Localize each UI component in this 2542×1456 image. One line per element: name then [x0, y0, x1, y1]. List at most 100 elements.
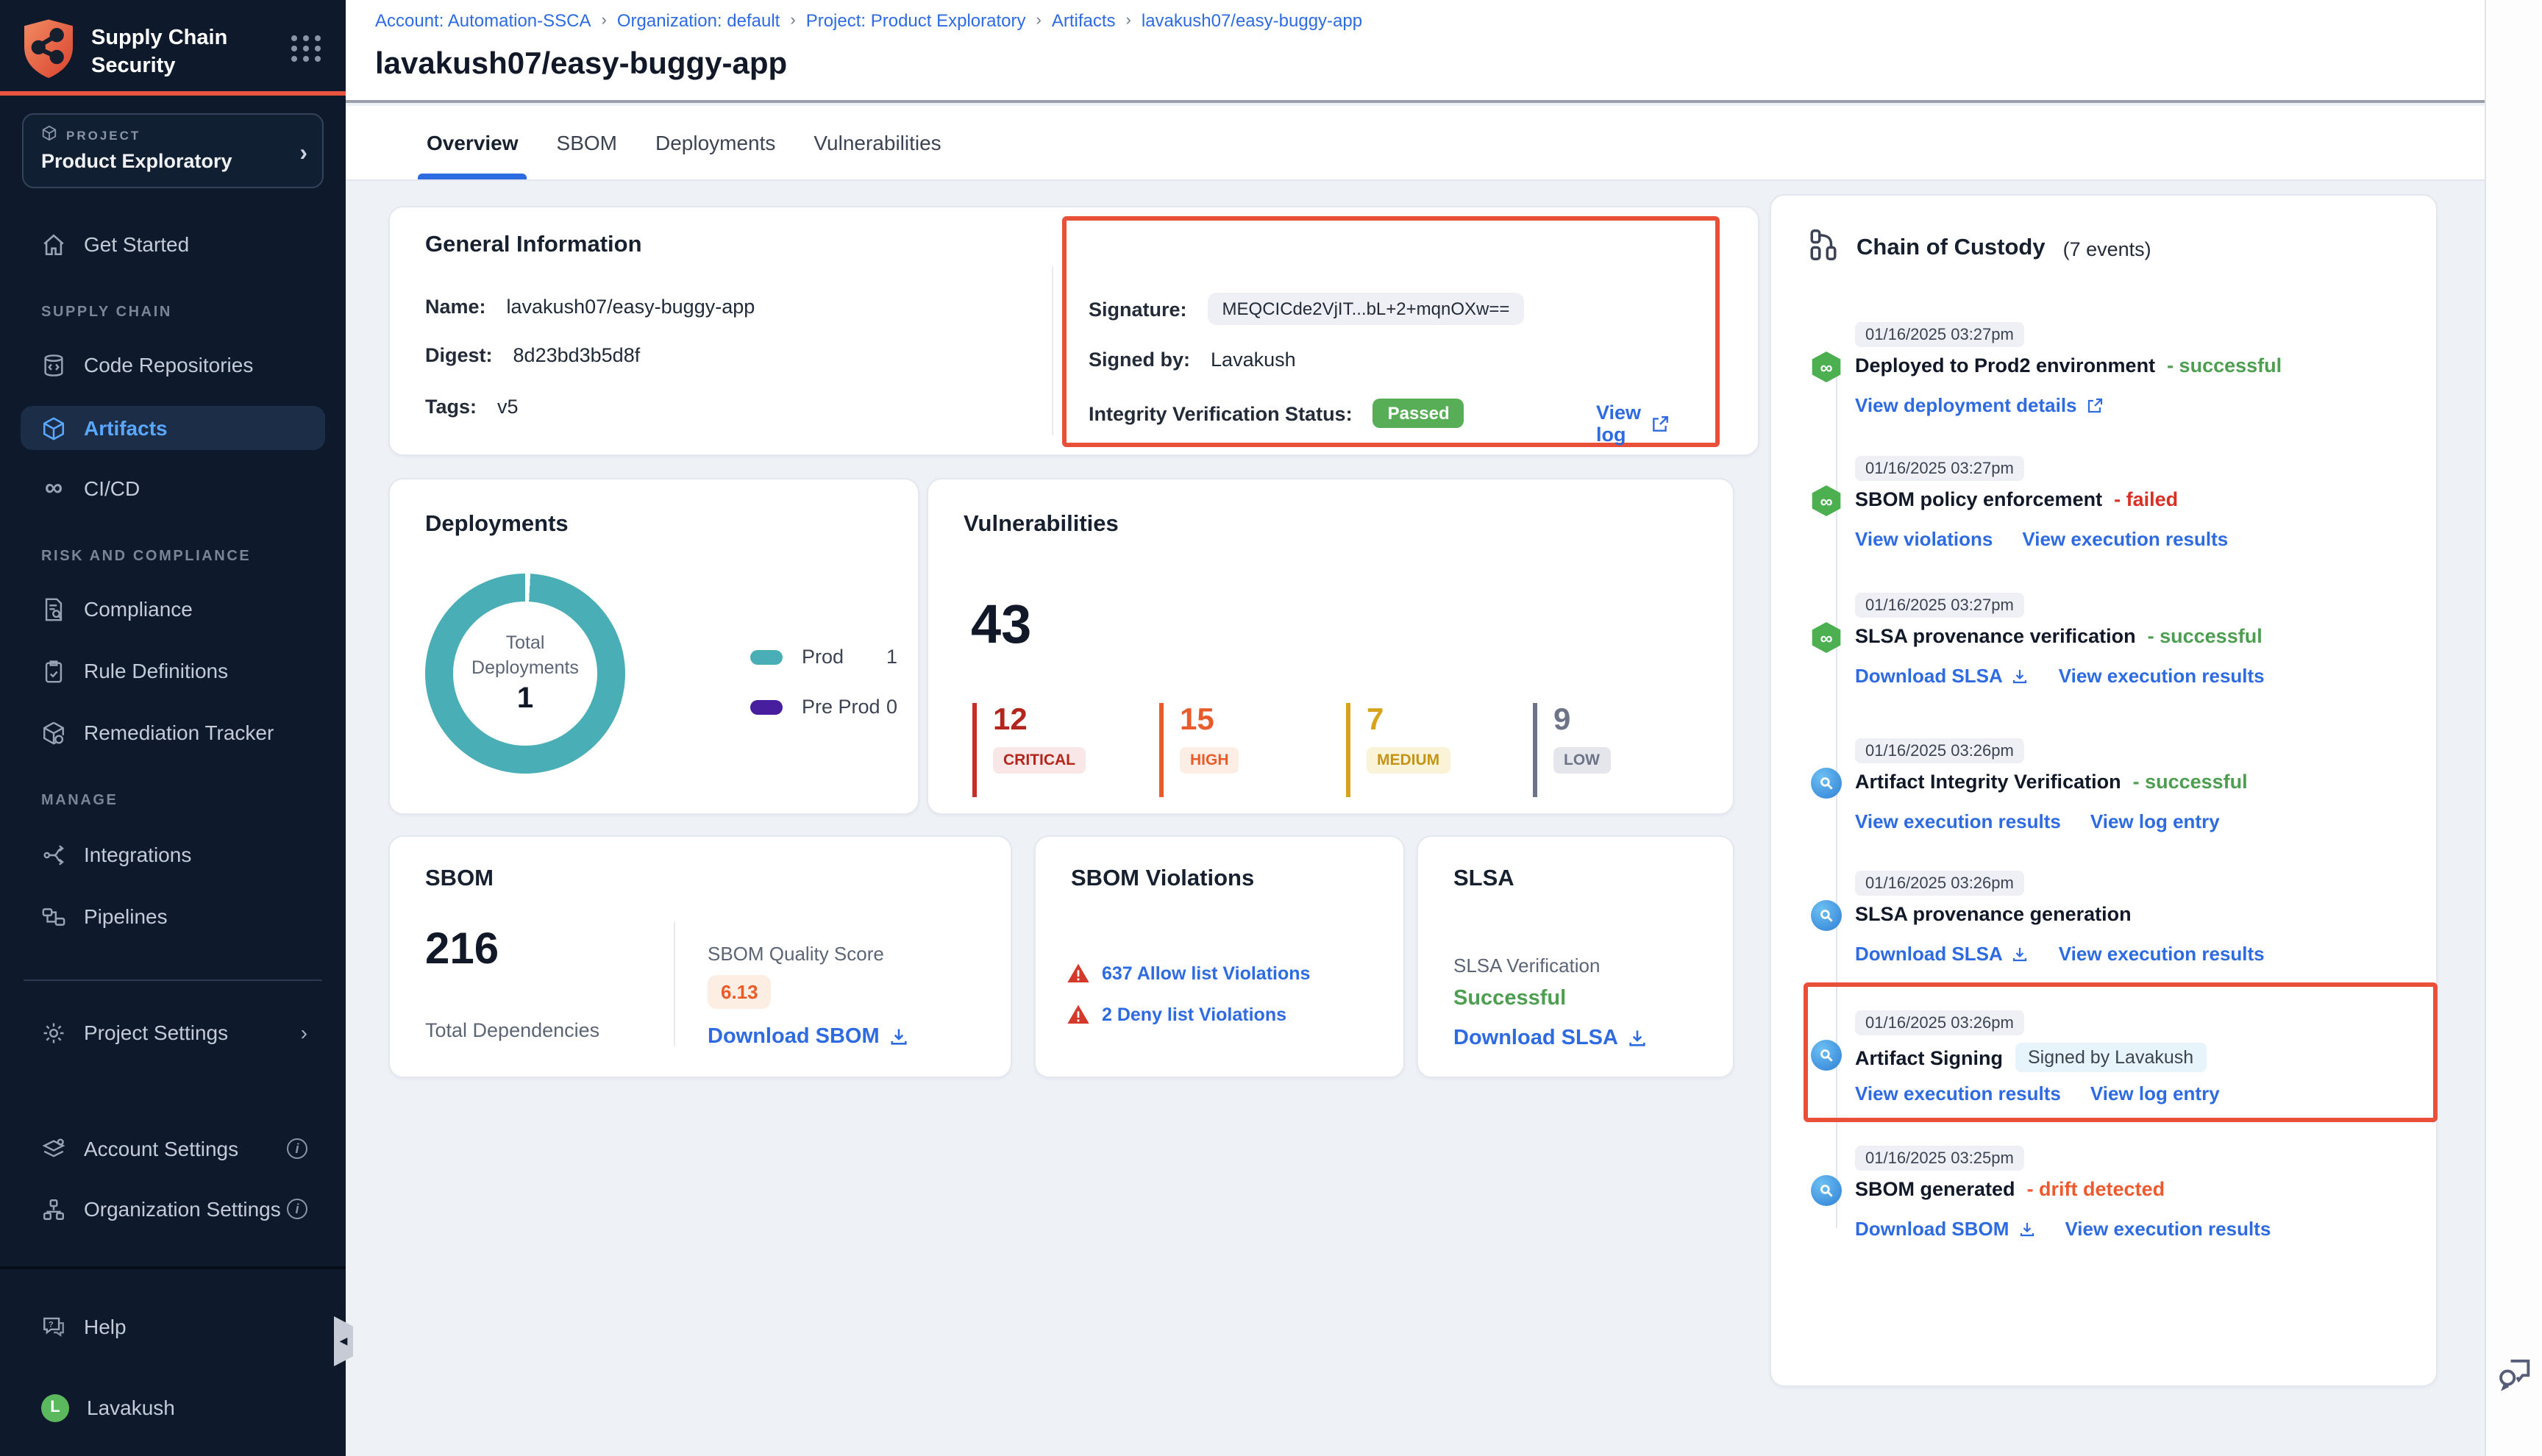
sidebar-item-project-settings[interactable]: Project Settings ›	[21, 1010, 325, 1054]
breadcrumb-project[interactable]: Project: Product Exploratory	[806, 10, 1026, 31]
event-timestamp: 01/16/2025 03:27pm	[1855, 593, 2024, 618]
project-selector[interactable]: PROJECT Product Exploratory ›	[22, 113, 324, 188]
allow-list-violations-link[interactable]: 637 Allow list Violations	[1102, 963, 1310, 984]
view-execution-results-link[interactable]: View execution results	[1855, 810, 2061, 832]
severity-high: 15 HIGH	[1159, 703, 1239, 797]
page-header: Account: Automation-SSCA › Organization:…	[346, 0, 2484, 103]
download-slsa-link[interactable]: Download SLSA	[1855, 665, 2029, 687]
view-log-entry-link[interactable]: View log entry	[2090, 810, 2220, 832]
prod-swatch	[750, 649, 783, 664]
slsa-verification-label: SLSA Verification	[1453, 954, 1600, 977]
svg-text:?: ?	[49, 1319, 54, 1328]
severity-badge: HIGH	[1180, 747, 1239, 774]
view-log-link[interactable]: View log	[1596, 402, 1641, 446]
sidebar-item-pipelines[interactable]: Pipelines	[21, 894, 325, 938]
card-title: General Information	[425, 232, 642, 259]
event-status: - drift detected	[2027, 1178, 2165, 1200]
sidebar-item-label: Help	[84, 1315, 127, 1338]
card-title: SLSA	[1453, 866, 1514, 893]
sidebar-item-help[interactable]: ? Help	[21, 1305, 325, 1349]
event-status: - failed	[2114, 488, 2178, 510]
deployments-donut-chart: Total Deployments 1	[425, 574, 625, 774]
shield-logo-icon	[21, 18, 76, 87]
slsa-verification-status: Successful	[1453, 987, 1566, 1010]
sidebar-item-account-settings[interactable]: Account Settings i	[21, 1127, 325, 1171]
download-sbom-link[interactable]: Download SBOM	[708, 1025, 909, 1049]
content-area: General Information Name: lavakush07/eas…	[346, 181, 2484, 1456]
external-link-icon	[1650, 414, 1669, 433]
chevron-right-icon: ›	[299, 141, 307, 168]
brand-accent-rule	[0, 91, 346, 96]
download-icon	[2012, 667, 2029, 685]
card-divider	[674, 922, 675, 1046]
sidebar-item-label: Get Started	[84, 232, 189, 256]
breadcrumb-separator: ›	[1126, 12, 1131, 29]
home-icon	[41, 232, 66, 257]
event-title: SLSA provenance generation	[1855, 903, 2132, 925]
tab-vulnerabilities[interactable]: Vulnerabilities	[813, 106, 941, 179]
breadcrumb-current[interactable]: lavakush07/easy-buggy-app	[1142, 10, 1362, 31]
event-timestamp: 01/16/2025 03:26pm	[1855, 738, 2024, 763]
breadcrumb-account[interactable]: Account: Automation-SSCA	[375, 10, 591, 31]
deployments-card: Deployments Total Deployments 1 Prod 1	[388, 478, 919, 815]
hierarchy-icon	[1808, 228, 1839, 269]
sbom-quality-score: 6.13	[708, 975, 772, 1009]
view-deployment-details-link[interactable]: View deployment details	[1855, 394, 2104, 416]
sidebar-item-compliance[interactable]: Compliance	[21, 587, 325, 631]
sidebar-divider	[24, 979, 322, 981]
user-name: Lavakush	[87, 1396, 175, 1419]
sidebar-item-rule-definitions[interactable]: Rule Definitions	[21, 649, 325, 693]
sidebar-item-get-started[interactable]: Get Started	[21, 222, 325, 266]
sidebar-item-label: CI/CD	[84, 477, 140, 500]
general-information-card: General Information Name: lavakush07/eas…	[388, 206, 1759, 456]
name-value: lavakush07/easy-buggy-app	[507, 296, 755, 318]
sidebar-item-remediation-tracker[interactable]: Remediation Tracker	[21, 710, 325, 754]
breadcrumb-separator: ›	[602, 12, 607, 29]
download-icon	[889, 1027, 909, 1047]
tab-bar: Overview SBOM Deployments Vulnerabilitie…	[346, 106, 2484, 181]
page-title: lavakush07/easy-buggy-app	[375, 47, 787, 82]
scan-circle-icon	[1811, 768, 1842, 799]
chevron-right-icon: ›	[301, 1021, 307, 1044]
view-execution-results-link[interactable]: View execution results	[2059, 665, 2265, 687]
deny-list-violations-link[interactable]: 2 Deny list Violations	[1102, 1004, 1286, 1025]
download-slsa-link[interactable]: Download SLSA	[1855, 943, 2029, 965]
download-sbom-link[interactable]: Download SBOM	[1855, 1218, 2035, 1240]
download-slsa-link[interactable]: Download SLSA	[1453, 1027, 1648, 1050]
events-count: (7 events)	[2063, 238, 2151, 260]
view-execution-results-link[interactable]: View execution results	[2059, 943, 2265, 965]
sidebar-item-integrations[interactable]: Integrations	[21, 832, 325, 877]
tab-deployments[interactable]: Deployments	[655, 106, 775, 179]
org-gear-icon	[41, 1196, 66, 1221]
right-rail	[2484, 0, 2542, 1456]
integrity-status-label: Integrity Verification Status:	[1089, 402, 1353, 424]
breadcrumb-artifacts[interactable]: Artifacts	[1052, 10, 1116, 31]
tab-sbom[interactable]: SBOM	[557, 106, 617, 179]
severity-count: 7	[1367, 703, 1450, 738]
sidebar-item-organization-settings[interactable]: Organization Settings i	[21, 1187, 325, 1231]
sidebar-item-code-repositories[interactable]: Code Repositories	[21, 343, 325, 387]
legend-label: Pre Prod	[802, 696, 880, 718]
brand: Supply Chain Security	[21, 18, 253, 87]
user-menu[interactable]: L Lavakush	[21, 1385, 325, 1430]
breadcrumb-organization[interactable]: Organization: default	[617, 10, 780, 31]
tab-overview[interactable]: Overview	[427, 106, 519, 179]
cube-wrench-icon	[41, 720, 66, 745]
sidebar-item-artifacts[interactable]: Artifacts	[21, 406, 325, 450]
apps-grid-icon[interactable]	[291, 35, 322, 62]
severity-medium: 7 MEDIUM	[1346, 703, 1450, 797]
preprod-swatch	[750, 699, 783, 714]
view-execution-results-link[interactable]: View execution results	[2065, 1218, 2271, 1240]
legend-label: Prod	[802, 646, 844, 668]
repository-icon	[41, 352, 66, 377]
scan-circle-icon	[1811, 1175, 1842, 1206]
card-title: SBOM	[425, 866, 494, 893]
chat-feedback-icon[interactable]	[2496, 1353, 2534, 1391]
view-violations-link[interactable]: View violations	[1855, 528, 1993, 550]
view-execution-results-link[interactable]: View execution results	[2022, 528, 2228, 550]
donut-center-label: Total	[506, 632, 545, 652]
digest-value: 8d23bd3b5d8f	[513, 344, 641, 366]
share-nodes-icon	[41, 842, 66, 867]
info-icon: i	[287, 1138, 307, 1159]
sidebar-item-cicd[interactable]: ∞ CI/CD	[21, 466, 325, 510]
